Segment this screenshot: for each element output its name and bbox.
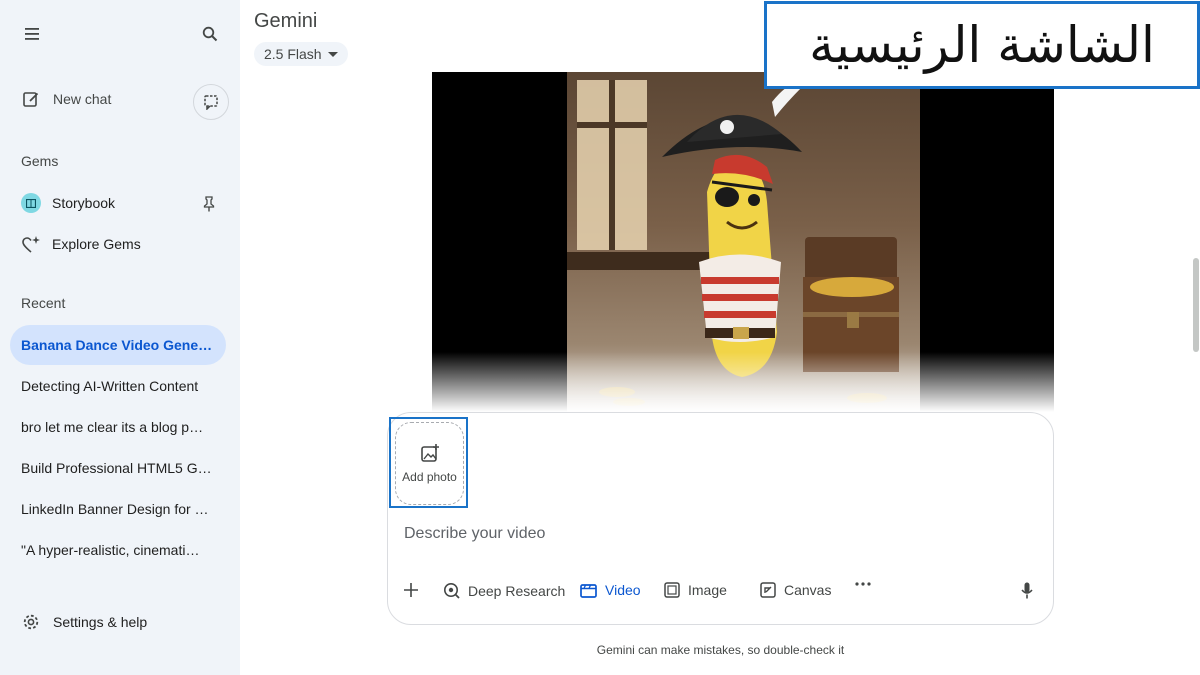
add-image-icon: [420, 444, 439, 462]
deep-research-label: Deep Research: [468, 582, 566, 599]
disclaimer-text: Gemini can make mistakes, so double-chec…: [596, 643, 845, 657]
microphone-button[interactable]: [1021, 582, 1033, 599]
canvas-icon: [760, 582, 776, 598]
add-photo-label: Add photo: [402, 470, 457, 484]
gem-item-storybook[interactable]: Storybook: [21, 193, 115, 213]
settings-help-label: Settings & help: [53, 614, 148, 630]
canvas-tool-button[interactable]: Canvas: [760, 582, 831, 598]
recent-heading: Recent: [21, 295, 66, 311]
scrollbar[interactable]: [1193, 258, 1199, 352]
video-tool-button[interactable]: Video: [580, 582, 641, 598]
recent-chat-item[interactable]: bro let me clear its a blog p…: [10, 407, 226, 447]
pin-icon[interactable]: [203, 196, 215, 217]
gems-heading: Gems: [21, 153, 59, 169]
sidebar: New chat Gems Storybook Explore Gems Rec…: [0, 0, 240, 675]
video-label: Video: [605, 582, 641, 598]
preview-fade-overlay: [432, 352, 1054, 412]
plus-icon: [404, 583, 418, 597]
composer-toolbar: Deep Research Video Image Canvas: [400, 578, 1040, 610]
gem-sparkle-icon: [22, 236, 40, 253]
video-preview-image: [432, 72, 1054, 412]
microphone-icon: [1021, 582, 1033, 599]
new-chat-button[interactable]: New chat: [22, 90, 111, 108]
more-horiz-icon: [855, 582, 871, 586]
search-icon[interactable]: [196, 20, 224, 48]
menu-icon[interactable]: [18, 20, 46, 48]
canvas-label: Canvas: [784, 582, 832, 598]
model-selector[interactable]: 2.5 Flash: [254, 42, 348, 66]
model-label: 2.5 Flash: [264, 46, 322, 62]
new-chat-label: New chat: [53, 91, 112, 107]
image-tool-button[interactable]: Image: [664, 582, 727, 598]
add-photo-button[interactable]: Add photo: [395, 422, 464, 505]
add-attachment-button[interactable]: [403, 582, 419, 598]
image-label: Image: [688, 582, 727, 598]
app-title: Gemini: [254, 10, 318, 32]
deep-research-icon: [444, 583, 460, 599]
annotation-label: الشاشة الرئيسية: [764, 1, 1200, 89]
gem-item-explore[interactable]: Explore Gems: [21, 234, 141, 254]
edit-icon: [23, 92, 39, 107]
deep-research-button[interactable]: Deep Research: [443, 582, 565, 599]
temporary-chat-button[interactable]: [193, 84, 229, 120]
recent-chat-item[interactable]: Build Professional HTML5 G…: [10, 448, 226, 488]
temporary-chat-icon: [204, 95, 218, 110]
video-icon: [580, 583, 597, 598]
recent-chat-item[interactable]: LinkedIn Banner Design for …: [10, 489, 226, 529]
settings-help-button[interactable]: Settings & help: [22, 613, 147, 631]
recent-chat-item[interactable]: Detecting AI-Written Content: [10, 366, 226, 406]
prompt-input[interactable]: [404, 522, 1024, 546]
more-tools-button[interactable]: [855, 582, 871, 586]
gem-item-label: Storybook: [52, 195, 116, 211]
gear-icon: [23, 614, 39, 630]
recent-chat-item[interactable]: "A hyper-realistic, cinemati…: [10, 530, 226, 570]
gem-item-label: Explore Gems: [52, 236, 141, 252]
book-icon: [21, 193, 41, 213]
recent-chat-item[interactable]: Banana Dance Video Gene…: [10, 325, 226, 365]
image-icon: [664, 582, 680, 598]
chevron-down-icon: [327, 51, 338, 57]
